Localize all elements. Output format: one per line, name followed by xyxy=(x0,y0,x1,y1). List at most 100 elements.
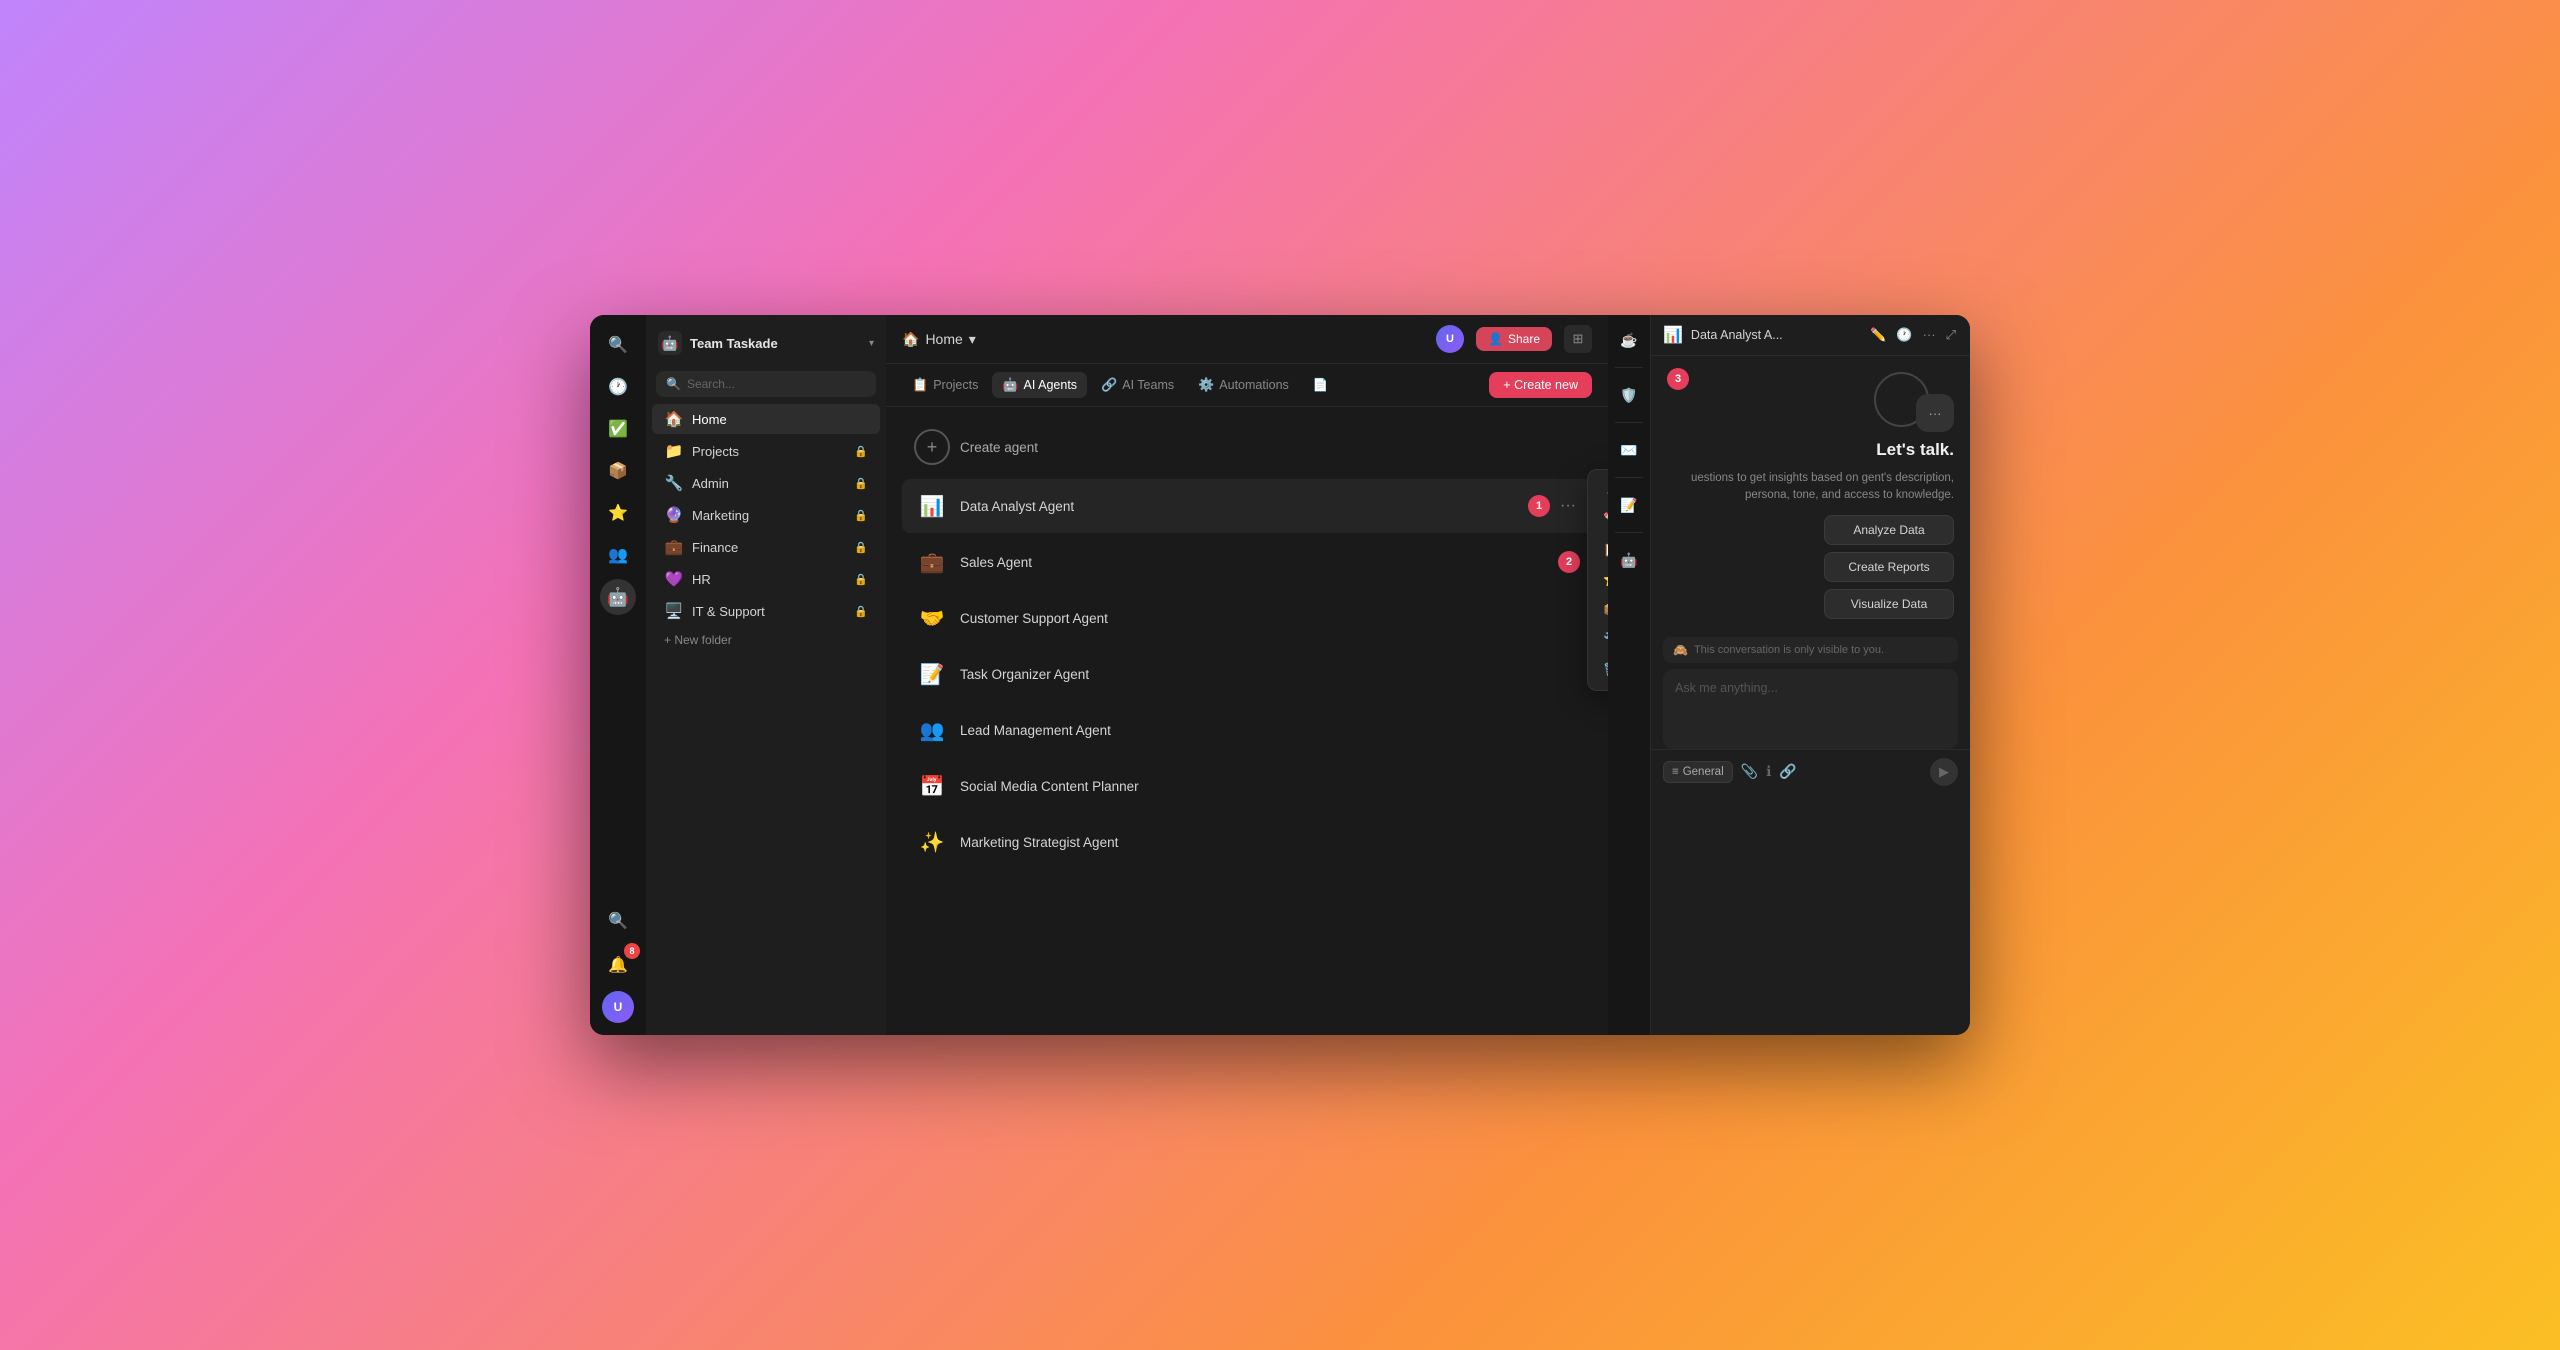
info-icon[interactable]: ℹ xyxy=(1766,763,1771,780)
menu-item-delete[interactable]: 🗑️ Delete xyxy=(1593,655,1608,685)
sidebar-item-it-support[interactable]: 🖥️ IT & Support 🔒 xyxy=(652,596,880,626)
new-folder-item[interactable]: + New folder xyxy=(652,628,880,652)
team-logo: 🤖 xyxy=(658,331,682,355)
lets-talk-heading: Let's talk. xyxy=(1651,440,1970,466)
sidebar-toggle-button[interactable]: ⊞ xyxy=(1564,325,1592,353)
send-button[interactable]: ▶ xyxy=(1930,758,1958,786)
create-reports-button[interactable]: Create Reports xyxy=(1824,552,1954,582)
more-panel-icon[interactable]: ··· xyxy=(1921,325,1938,345)
bubble-inner: ··· xyxy=(1916,394,1954,432)
agent-row-sales[interactable]: 💼 Sales Agent 2 xyxy=(902,535,1592,589)
three-dots-icon: ··· xyxy=(1929,406,1942,421)
analyze-data-button[interactable]: Analyze Data xyxy=(1824,515,1954,545)
menu-item-unstar[interactable]: ⭐ Unstar xyxy=(1593,565,1608,595)
panel-action-icons: ✏️ 🕐 ··· ⤢ xyxy=(1868,325,1958,345)
favorites-icon[interactable]: ⭐ xyxy=(600,495,636,531)
user-avatar-top[interactable]: U xyxy=(1436,325,1464,353)
strip-icon-3[interactable]: ✉️ xyxy=(1614,435,1644,465)
agent-row-customer-support[interactable]: 🤝 Customer Support Agent xyxy=(902,591,1592,645)
tab-ai-agents[interactable]: 🤖 AI Agents xyxy=(992,372,1087,398)
notification-badge[interactable]: 🔔 8 xyxy=(600,947,636,983)
create-new-button[interactable]: + Create new xyxy=(1489,372,1592,398)
strip-icon-1[interactable]: ☕ xyxy=(1614,325,1644,355)
tab-ai-teams[interactable]: 🔗 AI Teams xyxy=(1091,372,1184,398)
sidebar-item-hr[interactable]: 💜 HR 🔒 xyxy=(652,564,880,594)
agent-row-task-organizer[interactable]: 📝 Task Organizer Agent xyxy=(902,647,1592,701)
strip-separator-2 xyxy=(1615,422,1643,423)
tab-projects[interactable]: 📋 Projects xyxy=(902,372,988,398)
search-input[interactable]: Search... xyxy=(687,377,735,391)
tab-ai-teams-label: AI Teams xyxy=(1122,378,1174,392)
ai-agent-icon[interactable]: 🤖 xyxy=(600,579,636,615)
strip-icon-agent[interactable]: 🤖 xyxy=(1614,545,1644,575)
sidebar-item-home[interactable]: 🏠 Home xyxy=(652,404,880,434)
agent-row-social-media[interactable]: 📅 Social Media Content Planner xyxy=(902,759,1592,813)
ai-teams-tab-icon: 🔗 xyxy=(1101,377,1117,393)
copy-menu-icon: 📋 xyxy=(1603,542,1608,558)
strip-separator-3 xyxy=(1615,477,1643,478)
new-folder-label: + New folder xyxy=(664,633,732,647)
clock-panel-icon[interactable]: 🕐 xyxy=(1894,325,1914,345)
tab-automations[interactable]: ⚙️ Automations xyxy=(1188,372,1299,398)
menu-item-add-knowledge[interactable]: 📦 Add knowledge xyxy=(1593,595,1608,625)
agent-name-customer-support: Customer Support Agent xyxy=(960,611,1580,626)
context-menu: ↗ Share ✏️ Edit agent 📋 Copy agent ⭐ Uns… xyxy=(1587,469,1608,691)
attachment-icon[interactable]: 📎 xyxy=(1741,763,1758,780)
link-icon[interactable]: 🔗 xyxy=(1779,763,1796,780)
home-breadcrumb[interactable]: 🏠 Home ▾ xyxy=(902,331,976,348)
right-icon-strip: ☕ 🛡️ ✉️ 📝 🤖 xyxy=(1608,315,1650,1035)
data-analyst-icon: 📊 xyxy=(914,488,950,524)
menu-item-add-tools[interactable]: 🔧 Add tools xyxy=(1593,625,1608,655)
it-icon: 🖥️ xyxy=(664,602,684,620)
chevron-down-icon: ▾ xyxy=(869,338,874,349)
share-button[interactable]: 👤 Share xyxy=(1476,327,1552,351)
sidebar-item-marketing[interactable]: 🔮 Marketing 🔒 xyxy=(652,500,880,530)
sidebar-item-marketing-label: Marketing xyxy=(692,508,846,523)
agent-dots-button[interactable]: ··· xyxy=(1556,495,1580,517)
automations-tab-icon: ⚙️ xyxy=(1198,377,1214,393)
lock-icon-marketing: 🔒 xyxy=(854,509,868,522)
general-button[interactable]: ≡ General xyxy=(1663,761,1733,783)
strip-icon-2[interactable]: 🛡️ xyxy=(1614,380,1644,410)
recent-icon[interactable]: 🕐 xyxy=(600,369,636,405)
agent-row-data-analyst[interactable]: 📊 Data Analyst Agent 1 ··· ↗ Share ✏️ Ed… xyxy=(902,479,1592,533)
chat-input-area[interactable]: Ask me anything... xyxy=(1663,669,1958,749)
sidebar-item-finance[interactable]: 💼 Finance 🔒 xyxy=(652,532,880,562)
expand-panel-icon[interactable]: ⤢ xyxy=(1944,325,1958,345)
eye-slash-icon: 🙈 xyxy=(1673,643,1688,657)
marketing-strategist-icon: ✨ xyxy=(914,824,950,860)
main-content: 🏠 Home ▾ U 👤 Share ⊞ 📋 Projects 🤖 AI Age… xyxy=(886,315,1608,1035)
user-avatar[interactable]: U xyxy=(602,991,634,1023)
strip-icon-4[interactable]: 📝 xyxy=(1614,490,1644,520)
tasks-icon[interactable]: ✅ xyxy=(600,411,636,447)
agent-name-lead-management: Lead Management Agent xyxy=(960,723,1580,738)
create-new-label: + Create new xyxy=(1503,378,1578,392)
menu-item-copy[interactable]: 📋 Copy agent xyxy=(1593,535,1608,565)
more-icon: 📄 xyxy=(1313,378,1329,393)
inbox-icon[interactable]: 📦 xyxy=(600,453,636,489)
search-box[interactable]: 🔍 Search... xyxy=(656,371,876,397)
create-agent-row[interactable]: + Create agent xyxy=(902,419,1592,475)
notification-count: 8 xyxy=(624,943,640,959)
search-bottom-icon[interactable]: 🔍 xyxy=(600,903,636,939)
sidebar-item-hr-label: HR xyxy=(692,572,846,587)
search-icon[interactable]: 🔍 xyxy=(600,327,636,363)
agent-row-marketing-strategist[interactable]: ✨ Marketing Strategist Agent xyxy=(902,815,1592,869)
chevron-down-icon: ▾ xyxy=(969,331,976,348)
edit-panel-icon[interactable]: ✏️ xyxy=(1868,325,1888,345)
menu-item-share[interactable]: ↗ Share xyxy=(1593,475,1608,505)
menu-item-edit[interactable]: ✏️ Edit agent xyxy=(1593,505,1608,535)
team-header[interactable]: 🤖 Team Taskade ▾ xyxy=(646,325,886,365)
visibility-text: This conversation is only visible to you… xyxy=(1694,644,1884,656)
visualize-data-button[interactable]: Visualize Data xyxy=(1824,589,1954,619)
sidebar-item-admin[interactable]: 🔧 Admin 🔒 xyxy=(652,468,880,498)
sales-icon: 💼 xyxy=(914,544,950,580)
projects-icon: 📁 xyxy=(664,442,684,460)
agent-row-lead-management[interactable]: 👥 Lead Management Agent xyxy=(902,703,1592,757)
marketing-icon: 🔮 xyxy=(664,506,684,524)
sidebar-item-projects[interactable]: 📁 Projects 🔒 xyxy=(652,436,880,466)
tab-ai-agents-label: AI Agents xyxy=(1024,378,1078,392)
members-icon[interactable]: 👥 xyxy=(600,537,636,573)
general-icon: ≡ xyxy=(1672,766,1679,778)
tab-extra[interactable]: 📄 xyxy=(1303,373,1339,398)
